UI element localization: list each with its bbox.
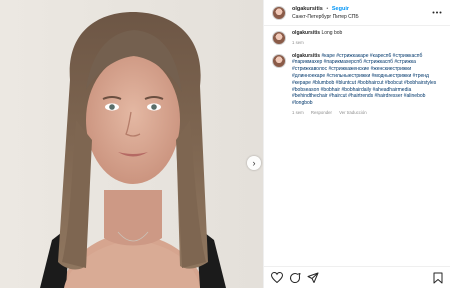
share-icon[interactable]: [306, 271, 320, 285]
comment-hashtags[interactable]: #каре #стрижкакаре #каресп6 #стрижкаспб …: [292, 53, 436, 107]
caption-time[interactable]: 1 sem: [292, 40, 304, 45]
follow-button[interactable]: Seguir: [332, 6, 349, 12]
action-bar: [264, 266, 450, 288]
comment-time[interactable]: 1 sem: [292, 110, 304, 115]
comments-list: olgakursitis Long bob 1 sem olgakursitis…: [264, 26, 450, 117]
heart-icon[interactable]: [270, 271, 284, 285]
post-sidebar: olgakursitis • Seguir Санкт-Петербург Пи…: [263, 0, 450, 288]
chevron-right-icon[interactable]: ›: [247, 156, 261, 170]
location-link[interactable]: Санкт-Петербург Питер СПБ: [292, 13, 359, 21]
post-header: olgakursitis • Seguir Санкт-Петербург Пи…: [264, 0, 450, 26]
separator-dot: •: [326, 5, 329, 12]
comment-icon[interactable]: [288, 271, 302, 285]
comment-username[interactable]: olgakursitis: [292, 53, 320, 59]
avatar[interactable]: [272, 53, 286, 68]
reply-button[interactable]: Responder: [311, 110, 332, 115]
comment-item: olgakursitis #каре #стрижкакаре #каресп6…: [272, 53, 442, 117]
instagram-post: › olgakursitis • Seguir Санкт-Петербург …: [0, 0, 450, 288]
translate-button[interactable]: Ver traducción: [339, 110, 366, 115]
caption: olgakursitis Long bob 1 sem: [272, 30, 442, 47]
avatar[interactable]: [272, 5, 286, 20]
more-horizontal-icon[interactable]: [432, 6, 442, 16]
caption-text: Long bob: [321, 30, 343, 36]
portrait-image: [0, 0, 263, 288]
author-username[interactable]: olgakursitis: [292, 6, 323, 12]
post-photo[interactable]: ›: [0, 0, 263, 288]
avatar[interactable]: [272, 31, 286, 45]
bookmark-icon[interactable]: [431, 271, 445, 285]
caption-username[interactable]: olgakursitis: [292, 30, 320, 36]
